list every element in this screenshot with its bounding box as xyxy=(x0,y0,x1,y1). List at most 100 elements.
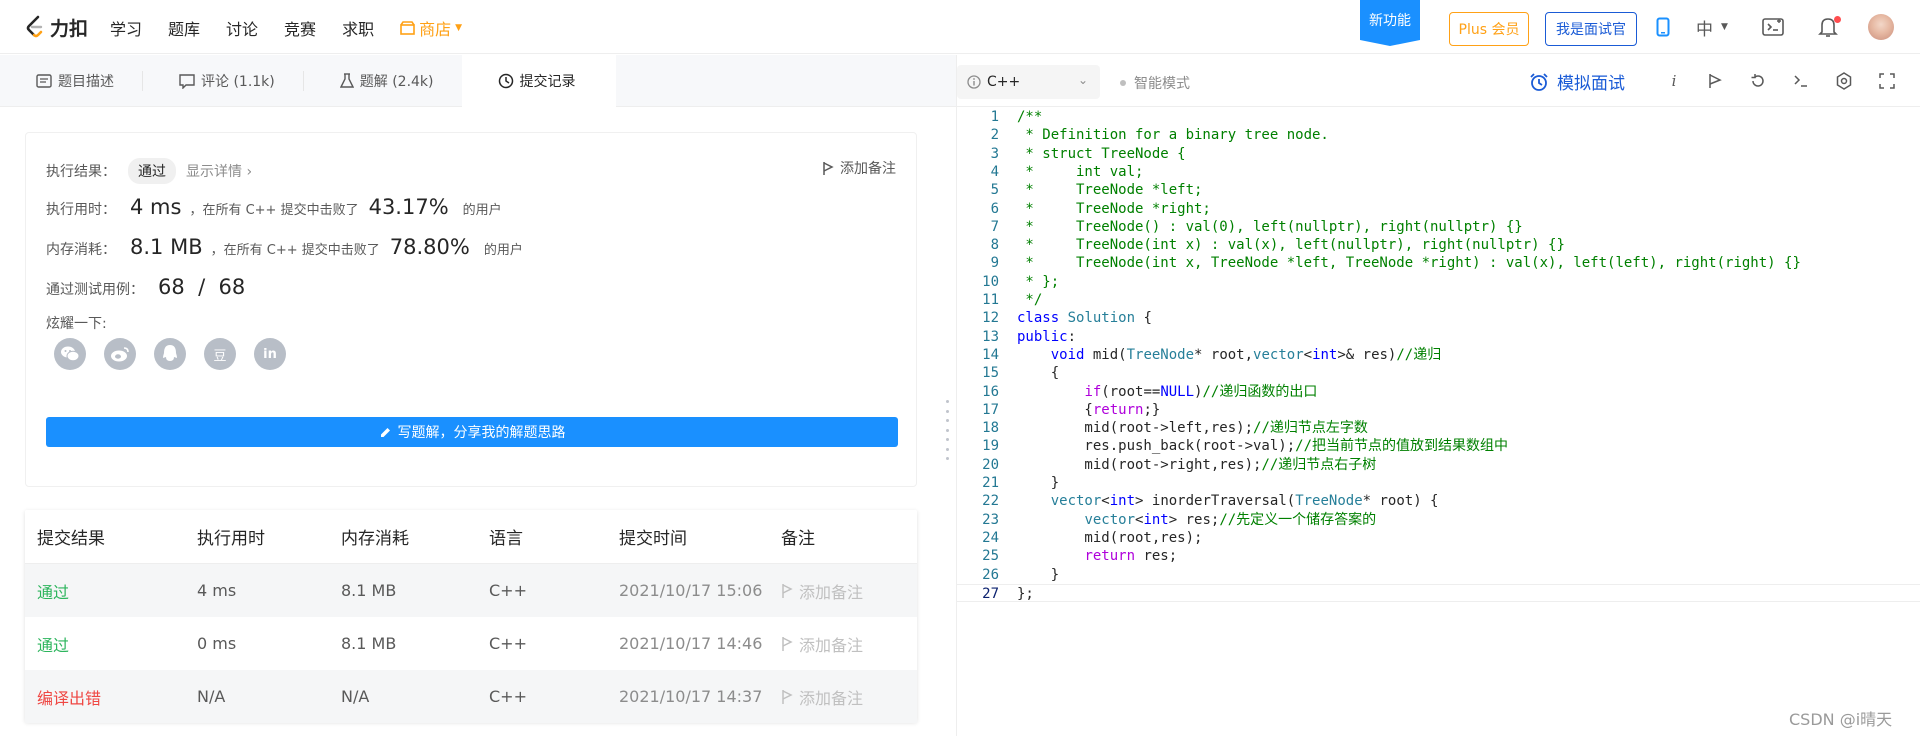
code-line[interactable]: 13 public: xyxy=(957,328,1920,346)
code-line[interactable]: 20 mid(root->right,res);//递归节点右子树 xyxy=(957,456,1920,474)
table-row[interactable]: 通过 4 ms 8.1 MB C++ 2021/10/17 15:06 添加备注 xyxy=(25,564,917,617)
code-line[interactable]: 5 * TreeNode *left; xyxy=(957,181,1920,199)
code-line[interactable]: 26 } xyxy=(957,566,1920,584)
code-line[interactable]: 25 return res; xyxy=(957,547,1920,565)
submission-result-card: 执行结果： 通过 显示详情 › 添加备注 执行用时： 4 ms ，在所有 C++… xyxy=(25,132,917,487)
settings-gear-icon[interactable] xyxy=(1832,69,1856,93)
language-select[interactable]: C++ ⌄ xyxy=(957,65,1100,99)
code-line[interactable]: 12 class Solution { xyxy=(957,309,1920,327)
add-note-button[interactable]: 添加备注 xyxy=(781,685,917,709)
nav-discuss[interactable]: 讨论 xyxy=(226,16,258,40)
avatar[interactable] xyxy=(1868,14,1894,40)
tab-label: 题目描述 xyxy=(58,74,114,90)
code-line[interactable]: 16 if(root==NULL)//递归函数的出口 xyxy=(957,383,1920,401)
weibo-icon[interactable] xyxy=(104,338,136,370)
submission-status-link[interactable]: 编译出错 xyxy=(25,685,197,709)
code-line[interactable]: 1 /** xyxy=(957,108,1920,126)
code-text: return res; xyxy=(1084,548,1178,565)
code-line[interactable]: 10 * }; xyxy=(957,273,1920,291)
line-number: 14 xyxy=(982,346,999,363)
tab-submissions[interactable]: 提交记录 xyxy=(461,55,616,107)
smart-mode-toggle[interactable]: 智能模式 xyxy=(1120,73,1190,93)
nav-jobs[interactable]: 求职 xyxy=(342,16,374,40)
code-line[interactable]: 22 vector<int> inorderTraversal(TreeNode… xyxy=(957,492,1920,510)
mobile-icon[interactable] xyxy=(1650,14,1676,40)
code-line[interactable]: 24 mid(root,res); xyxy=(957,529,1920,547)
resize-handle[interactable] xyxy=(946,400,950,460)
notification-dot xyxy=(1834,16,1841,23)
code-line[interactable]: 21 } xyxy=(957,474,1920,492)
nav-shop[interactable]: 商店 ▼ xyxy=(400,16,462,40)
submission-status-link[interactable]: 通过 xyxy=(25,579,197,603)
code-line[interactable]: 7 * TreeNode() : val(0), left(nullptr), … xyxy=(957,218,1920,236)
shop-label: 商店 xyxy=(419,20,452,39)
tab-comments[interactable]: 评论 (1.1k) xyxy=(143,55,303,107)
nav-learn[interactable]: 学习 xyxy=(110,16,142,40)
code-line[interactable]: 8 * TreeNode(int x) : val(x), left(nullp… xyxy=(957,236,1920,254)
douban-icon[interactable]: 豆 xyxy=(204,338,236,370)
submission-runtime: N/A xyxy=(197,687,226,706)
code-line[interactable]: 3 * struct TreeNode { xyxy=(957,145,1920,163)
code-line[interactable]: 23 vector<int> res;//先定义一个储存答案的 xyxy=(957,511,1920,529)
code-line[interactable]: 11 */ xyxy=(957,291,1920,309)
submission-memory: 8.1 MB xyxy=(341,581,397,600)
testcases-label: 通过测试用例： xyxy=(46,282,144,298)
code-line[interactable]: 4 * int val; xyxy=(957,163,1920,181)
comment-icon xyxy=(179,73,195,89)
info-italic-icon[interactable]: i xyxy=(1662,69,1686,93)
playground-icon[interactable] xyxy=(1760,14,1786,40)
leetcode-logo[interactable]: 力扣 xyxy=(24,14,88,40)
fullscreen-icon[interactable] xyxy=(1875,69,1899,93)
chevron-down-icon: ▼ xyxy=(1721,22,1728,32)
qq-icon[interactable] xyxy=(154,338,186,370)
wechat-icon[interactable] xyxy=(54,338,86,370)
line-number: 27 xyxy=(982,585,999,602)
exec-result-label: 执行结果： xyxy=(46,164,116,180)
submission-language: C++ xyxy=(489,687,527,706)
line-number: 3 xyxy=(990,145,999,162)
console-icon[interactable] xyxy=(1789,69,1813,93)
line-number: 16 xyxy=(982,383,999,400)
submission-status-link[interactable]: 通过 xyxy=(25,632,197,656)
nav-problems[interactable]: 题库 xyxy=(168,16,200,40)
code-line[interactable]: 14 void mid(TreeNode* root,vector<int>& … xyxy=(957,346,1920,364)
add-note-label: 添加备注 xyxy=(799,582,864,602)
line-number: 24 xyxy=(982,529,999,546)
code-line[interactable]: 18 mid(root->left,res);//递归节点左字数 xyxy=(957,419,1920,437)
code-editor[interactable]: 1/** 2 * Definition for a binary tree nod… xyxy=(957,107,1920,736)
add-note-button[interactable]: 添加备注 xyxy=(781,579,917,603)
code-line[interactable]: 2 * Definition for a binary tree node. xyxy=(957,126,1920,144)
linkedin-icon[interactable]: in xyxy=(254,338,286,370)
show-details-link[interactable]: 显示详情 › xyxy=(186,161,252,181)
nav-contest[interactable]: 竞赛 xyxy=(284,16,316,40)
reset-icon[interactable] xyxy=(1746,69,1770,93)
code-line[interactable]: 27}; xyxy=(957,583,1920,603)
code-text: public: xyxy=(1017,328,1077,345)
code-line[interactable]: 17 {return;} xyxy=(957,401,1920,419)
watermark: CSDN @i晴天 xyxy=(1789,710,1893,729)
add-note-button[interactable]: 添加备注 xyxy=(781,632,917,656)
memory-label: 内存消耗： xyxy=(46,242,116,258)
tab-solutions[interactable]: 题解 (2.4k) xyxy=(304,55,462,107)
interviewer-button[interactable]: 我是面试官 xyxy=(1545,12,1637,46)
line-number: 4 xyxy=(990,163,999,180)
leetcode-logo-icon xyxy=(26,15,43,38)
code-line[interactable]: 6 * TreeNode *right; xyxy=(957,200,1920,218)
table-row[interactable]: 编译出错 N/A N/A C++ 2021/10/17 14:37 添加备注 xyxy=(25,670,917,723)
table-row[interactable]: 通过 0 ms 8.1 MB C++ 2021/10/17 14:46 添加备注 xyxy=(25,617,917,670)
mock-interview-button[interactable]: 模拟面试 xyxy=(1529,69,1625,94)
add-note-button[interactable]: 添加备注 xyxy=(822,158,896,178)
code-line[interactable]: 19 res.push_back(root->val);//把当前节点的值放到结… xyxy=(957,437,1920,455)
logo-text: 力扣 xyxy=(50,17,89,40)
code-line[interactable]: 9 * TreeNode(int x, TreeNode *left, Tree… xyxy=(957,254,1920,272)
tab-description[interactable]: 题目描述 xyxy=(0,55,142,107)
code-text: * struct TreeNode { xyxy=(1017,145,1186,162)
submission-memory: 8.1 MB xyxy=(341,634,397,653)
code-text: } xyxy=(1017,566,1060,583)
new-feature-badge[interactable]: 新功能 xyxy=(1360,0,1420,46)
write-solution-button[interactable]: 写题解，分享我的解题思路 xyxy=(46,417,898,447)
language-switcher[interactable]: 中 ▼ xyxy=(1686,14,1738,40)
plus-membership-button[interactable]: Plus 会员 xyxy=(1449,12,1529,46)
code-line[interactable]: 15 { xyxy=(957,364,1920,382)
run-flag-icon[interactable] xyxy=(1703,69,1727,93)
